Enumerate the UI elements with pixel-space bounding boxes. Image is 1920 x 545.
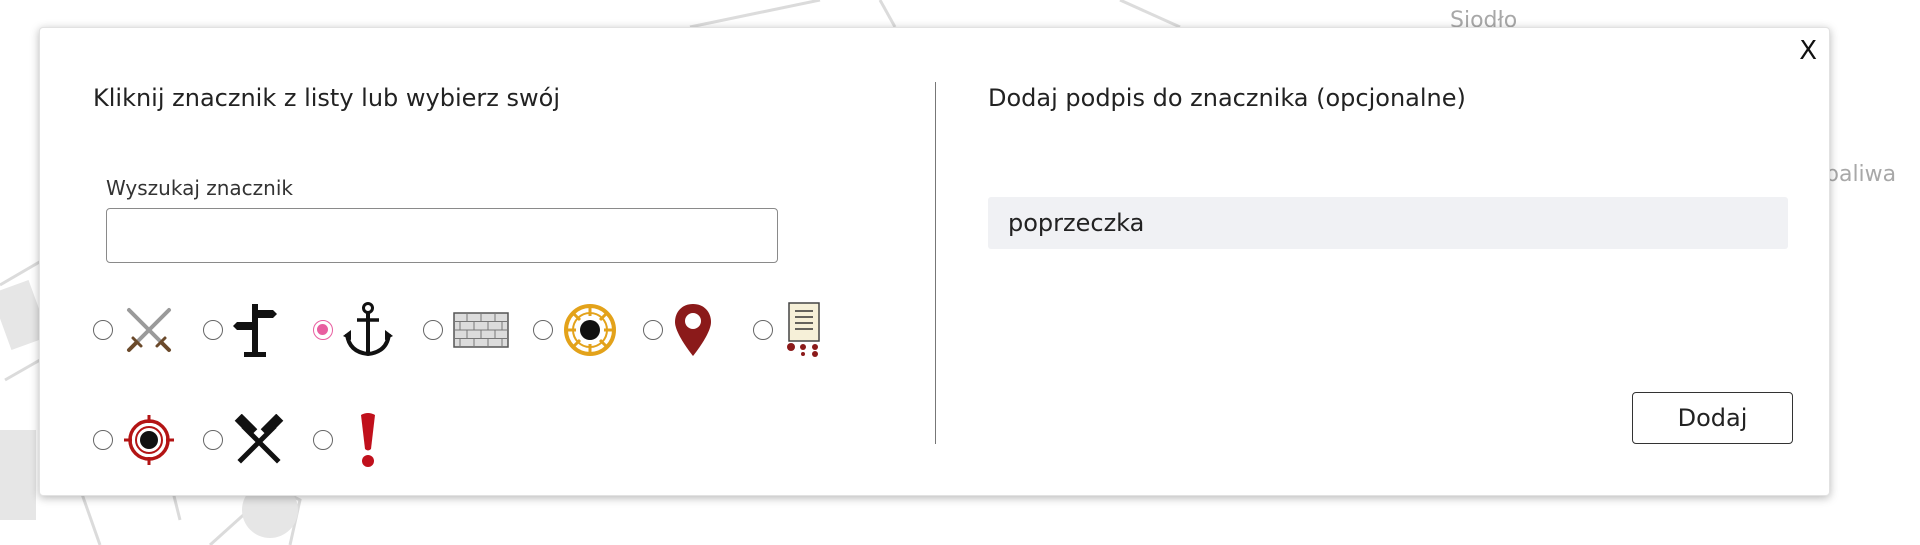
marker-option-exclamation[interactable] xyxy=(313,410,379,470)
marker-selection-heading: Kliknij znacznik z listy lub wybierz swó… xyxy=(93,84,560,112)
marker-radio[interactable] xyxy=(533,320,553,340)
caption-panel: Dodaj podpis do znacznika (opcjonalne) D… xyxy=(988,28,1793,495)
anchor-icon xyxy=(343,302,393,358)
crossed-swords-icon xyxy=(123,304,175,356)
marker-option-target[interactable] xyxy=(93,410,175,470)
caption-input[interactable] xyxy=(988,197,1788,249)
marker-dialog: X Kliknij znacznik z listy lub wybierz s… xyxy=(39,27,1830,496)
marker-radio[interactable] xyxy=(203,320,223,340)
signpost-icon xyxy=(233,302,277,358)
add-button[interactable]: Dodaj xyxy=(1632,392,1793,444)
marker-radio[interactable] xyxy=(203,430,223,450)
marker-radio[interactable] xyxy=(753,320,773,340)
marker-option-crossed-swords[interactable] xyxy=(93,300,175,360)
location-pin-icon xyxy=(673,302,713,358)
marker-option-location-pin[interactable] xyxy=(643,300,713,360)
marker-option-signpost[interactable] xyxy=(203,300,277,360)
marker-option-notice-board[interactable] xyxy=(753,300,823,360)
search-marker-input[interactable] xyxy=(106,208,778,263)
marker-selection-panel: Kliknij znacznik z listy lub wybierz swó… xyxy=(93,28,913,495)
marker-option-hammers[interactable] xyxy=(203,410,285,470)
marker-radio[interactable] xyxy=(93,430,113,450)
hammers-icon xyxy=(233,414,285,466)
marker-radio[interactable] xyxy=(643,320,663,340)
exclamation-icon xyxy=(357,411,379,469)
marker-option-brick-wall[interactable] xyxy=(423,300,509,360)
marker-radio-selected[interactable] xyxy=(313,320,333,340)
ship-wheel-icon xyxy=(563,303,617,357)
marker-radio[interactable] xyxy=(93,320,113,340)
marker-option-anchor[interactable] xyxy=(313,300,393,360)
caption-heading: Dodaj podpis do znacznika (opcjonalne) xyxy=(988,84,1466,112)
marker-option-ship-wheel[interactable] xyxy=(533,300,617,360)
close-button[interactable]: X xyxy=(1799,38,1817,64)
target-icon xyxy=(123,414,175,466)
marker-radio[interactable] xyxy=(313,430,333,450)
column-divider xyxy=(935,82,936,444)
search-marker-label: Wyszukaj znacznik xyxy=(106,176,293,200)
background-label-paliwa: paliwa xyxy=(1825,162,1897,187)
notice-board-icon xyxy=(783,301,823,359)
brick-wall-icon xyxy=(453,312,509,348)
marker-radio[interactable] xyxy=(423,320,443,340)
